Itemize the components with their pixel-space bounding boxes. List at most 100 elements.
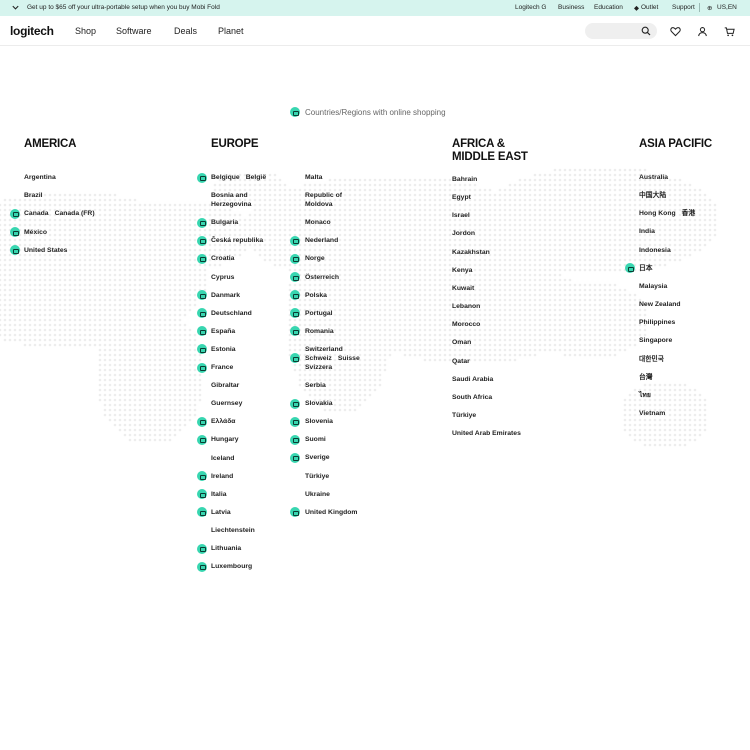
country-link[interactable]: Israel: [452, 211, 470, 220]
country-name: België: [245, 174, 267, 181]
country-link[interactable]: Norge: [305, 254, 325, 263]
country-link[interactable]: Liechtenstein: [211, 526, 255, 535]
country-link[interactable]: South Africa: [452, 393, 492, 402]
country-link[interactable]: Türkiye: [305, 472, 329, 481]
country-link[interactable]: Portugal: [305, 309, 333, 318]
country-link[interactable]: United States: [24, 246, 67, 255]
country-name: Malaysia: [639, 282, 668, 290]
country-link[interactable]: Vietnam: [639, 409, 665, 418]
link-logitech-g[interactable]: Logitech G: [515, 4, 546, 11]
country-link[interactable]: Hungary: [211, 435, 239, 444]
country-link[interactable]: Indonesia: [639, 246, 671, 255]
country-link[interactable]: Cyprus: [211, 273, 234, 282]
country-link[interactable]: Slovenia: [305, 417, 333, 426]
country-name: Jordon: [452, 230, 476, 238]
country-name: Česká republika: [211, 237, 264, 245]
country-link[interactable]: Switzerland Schweiz Suisse Svizzera: [305, 345, 360, 372]
country-link[interactable]: Republic of Moldova: [305, 191, 342, 209]
country-link[interactable]: Bosnia and Herzegovina: [211, 191, 251, 209]
country-link[interactable]: Egypt: [452, 193, 471, 202]
country-link[interactable]: Monaco: [305, 218, 331, 227]
country-link[interactable]: Singapore: [639, 336, 672, 345]
country-link[interactable]: 台灣: [639, 373, 653, 382]
country-link[interactable]: Latvia: [211, 508, 231, 517]
logitech-logo[interactable]: logitech: [10, 24, 54, 38]
country-link[interactable]: ไทย: [639, 391, 651, 400]
nav-planet[interactable]: Planet: [218, 26, 244, 36]
country-link[interactable]: Serbia: [305, 381, 326, 390]
country-link[interactable]: Kuwait: [452, 284, 474, 293]
country-link[interactable]: 中国大陆: [639, 191, 666, 200]
country-link[interactable]: Lithuania: [211, 544, 241, 553]
country-link[interactable]: Slovakia: [305, 399, 333, 408]
country-link[interactable]: Italia: [211, 490, 227, 499]
search-icon[interactable]: [641, 26, 651, 36]
country-link[interactable]: Kenya: [452, 266, 472, 275]
nav-software[interactable]: Software: [116, 26, 152, 36]
country-link[interactable]: New Zealand: [639, 300, 681, 309]
country-name: Qatar: [452, 357, 470, 365]
country-link[interactable]: Estonia: [211, 345, 236, 354]
country-link[interactable]: Polska: [305, 291, 327, 300]
online-shop-icon: [197, 507, 207, 518]
country-link[interactable]: Bahrain: [452, 175, 477, 184]
country-link[interactable]: Deutschland: [211, 309, 252, 318]
nav-shop[interactable]: Shop: [75, 26, 96, 36]
country-link[interactable]: Ελλάδα: [211, 417, 236, 426]
country-name: Bahrain: [452, 176, 478, 183]
country-link[interactable]: Belgique België: [211, 173, 266, 182]
country-link[interactable]: Canada Canada (FR): [24, 209, 95, 218]
country-link[interactable]: 日本: [639, 264, 653, 273]
country-link[interactable]: Gibraltar: [211, 381, 239, 390]
country-link[interactable]: España: [211, 327, 235, 336]
country-link[interactable]: United Kingdom: [305, 508, 357, 517]
country-link[interactable]: 대한민국: [639, 355, 664, 364]
country-link[interactable]: Türkiye: [452, 411, 476, 420]
link-support[interactable]: Support: [672, 4, 695, 11]
link-outlet[interactable]: Outlet: [641, 4, 658, 11]
country-link[interactable]: Malta: [305, 173, 322, 182]
search-input[interactable]: [585, 23, 657, 39]
nav-deals[interactable]: Deals: [174, 26, 197, 36]
country-link[interactable]: Iceland: [211, 454, 234, 463]
country-link[interactable]: Hong Kong 香港: [639, 209, 695, 218]
country-link[interactable]: Nederland: [305, 236, 338, 245]
country-link[interactable]: Australia: [639, 173, 668, 182]
link-business[interactable]: Business: [558, 4, 584, 11]
country-link[interactable]: Saudi Arabia: [452, 375, 493, 384]
country-link[interactable]: India: [639, 227, 655, 236]
account-icon[interactable]: [697, 26, 708, 37]
country-link[interactable]: Oman: [452, 338, 471, 347]
country-link[interactable]: Romania: [305, 327, 334, 336]
country-link[interactable]: Guernsey: [211, 399, 242, 408]
heart-icon[interactable]: [670, 26, 681, 37]
country-name: Norge: [305, 255, 325, 263]
country-link[interactable]: Lebanon: [452, 302, 480, 311]
country-link[interactable]: México: [24, 228, 47, 237]
country-name: Portugal: [305, 309, 333, 317]
country-link[interactable]: Philippines: [639, 318, 675, 327]
country-link[interactable]: Brazil: [24, 191, 43, 200]
country-link[interactable]: Österreich: [305, 273, 339, 282]
country-link[interactable]: Danmark: [211, 291, 240, 300]
country-link[interactable]: Česká republika: [211, 236, 263, 245]
country-link[interactable]: Bulgaria: [211, 218, 238, 227]
online-shop-icon: [10, 208, 20, 219]
country-link[interactable]: Ireland: [211, 472, 233, 481]
country-link[interactable]: Qatar: [452, 357, 470, 366]
country-link[interactable]: Ukraine: [305, 490, 330, 499]
country-link[interactable]: Kazakhstan: [452, 248, 490, 257]
country-link[interactable]: Morocco: [452, 320, 480, 329]
country-link[interactable]: Malaysia: [639, 282, 667, 291]
country-link[interactable]: United Arab Emirates: [452, 429, 521, 438]
country-link[interactable]: France: [211, 363, 233, 372]
link-education[interactable]: Education: [594, 4, 623, 11]
locale-selector[interactable]: US,EN: [717, 4, 737, 11]
country-link[interactable]: Sverige: [305, 453, 330, 462]
country-link[interactable]: Suomi: [305, 435, 326, 444]
country-link[interactable]: Argentina: [24, 173, 56, 182]
country-link[interactable]: Jordon: [452, 229, 475, 238]
country-link[interactable]: Croatia: [211, 254, 234, 263]
country-link[interactable]: Luxembourg: [211, 562, 252, 571]
cart-icon[interactable]: [724, 26, 735, 37]
